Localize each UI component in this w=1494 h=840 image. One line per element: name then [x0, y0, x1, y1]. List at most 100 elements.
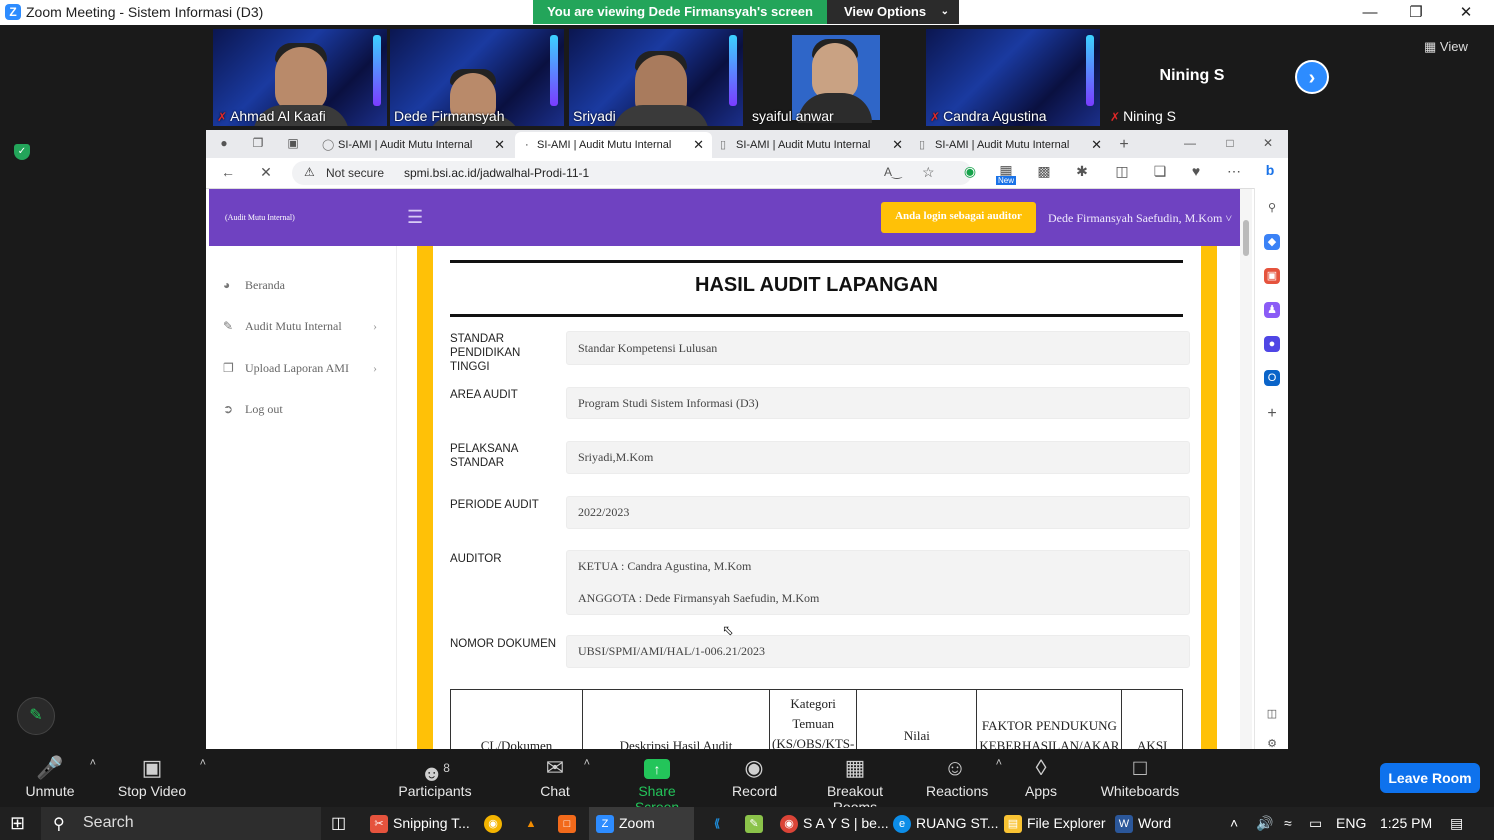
taskbar-app-file-explorer[interactable]: ▤ File Explorer [1004, 807, 1106, 840]
bing-copilot-icon[interactable]: b [1260, 162, 1280, 178]
next-page-arrow-icon[interactable]: › [1295, 60, 1329, 94]
more-menu-icon[interactable]: ⋯ [1224, 163, 1244, 180]
scrollbar-thumb[interactable] [1243, 220, 1249, 256]
battery-icon[interactable]: ▭ [1309, 807, 1322, 840]
workspaces-icon[interactable]: ❐ [250, 136, 266, 152]
unmute-button[interactable]: 🎤 Unmute ˄ [22, 749, 96, 807]
close-tab-icon[interactable]: ✕ [1091, 132, 1102, 158]
minimize-icon[interactable]: — [1182, 136, 1198, 152]
restore-icon[interactable]: □ [1222, 136, 1238, 152]
volume-icon[interactable]: 🔊 [1256, 807, 1273, 840]
clock[interactable]: 1:25 PM [1380, 807, 1432, 840]
browser-tab[interactable]: ◯ SI-AMI | Audit Mutu Internal ✕ [316, 132, 513, 158]
whiteboards-button[interactable]: □ Whiteboards [1100, 749, 1180, 807]
taskbar-chrome[interactable]: ◉ [484, 807, 507, 840]
chevron-up-icon[interactable]: ˄ [584, 757, 590, 769]
chevron-up-icon[interactable]: ˄ [1230, 807, 1238, 840]
search-icon[interactable]: ⚲ [1264, 200, 1280, 216]
record-button[interactable]: ◉ Record [732, 749, 777, 807]
reactions-button[interactable]: ☺ Reactions ˄ [926, 749, 1002, 807]
grammarly-icon[interactable]: ◉ [960, 163, 980, 180]
read-aloud-icon[interactable]: A‿ [884, 165, 902, 179]
shopping-tag-icon[interactable]: ◆ [1264, 234, 1280, 250]
tab-actions-icon[interactable]: ▣ [285, 136, 301, 152]
settings-icon[interactable]: ⚙ [1264, 736, 1280, 749]
view-button[interactable]: ▦ View [1424, 39, 1468, 55]
chevron-up-icon[interactable]: ˄ [90, 757, 96, 769]
split-screen-icon[interactable]: ◫ [1112, 163, 1132, 180]
chevron-up-icon[interactable]: ˄ [200, 757, 206, 769]
share-screen-button[interactable]: ↑Share Screen [618, 749, 696, 815]
close-tab-icon[interactable]: ✕ [693, 132, 704, 158]
outlook-icon[interactable]: O [1264, 370, 1280, 386]
site-brand[interactable]: (Audit Mutu Internal) [225, 213, 295, 222]
games-icon[interactable]: ♟ [1264, 302, 1280, 318]
extension-new-icon[interactable]: ▦ New [996, 162, 1017, 185]
add-icon[interactable]: + [1264, 406, 1280, 422]
favorite-star-icon[interactable]: ☆ [922, 164, 935, 181]
close-window-button[interactable]: ✕ [1444, 0, 1488, 25]
participant-tile[interactable]: Sriyadi [569, 29, 743, 126]
loading-dot-icon: · [525, 139, 529, 151]
encryption-shield-icon[interactable]: ✓ [14, 144, 30, 160]
sidebar-toggle-icon[interactable]: ◫ [1264, 706, 1280, 722]
minimize-button[interactable]: — [1348, 0, 1392, 25]
taskbar-app-zoom[interactable]: Z Zoom [589, 807, 694, 840]
stop-loading-icon[interactable]: ✕ [256, 164, 276, 181]
participant-tile-active-speaker[interactable]: Dede Firmansyah [390, 29, 564, 126]
view-options-button[interactable]: View Options ⌄ [827, 0, 959, 24]
browser-tab-active[interactable]: · SI-AMI | Audit Mutu Internal ✕ [515, 132, 712, 158]
page-scrollbar[interactable] [1240, 189, 1252, 749]
taskbar-app-word[interactable]: W Word [1115, 807, 1171, 840]
address-bar[interactable]: ⚠ Not secure spmi.bsi.ac.id/jadwalhal-Pr… [292, 161, 972, 185]
sidebar-item-upload-laporan-ami[interactable]: ❐ Upload Laporan AMI › [223, 361, 377, 376]
back-arrow-icon[interactable]: ← [218, 164, 238, 180]
hamburger-menu-icon[interactable]: ☰ [407, 207, 423, 228]
extensions-icon[interactable]: ✱ [1072, 163, 1092, 180]
leave-room-button[interactable]: Leave Room [1380, 763, 1480, 793]
taskbar-app-edge[interactable]: e RUANG ST... [893, 807, 998, 840]
notification-icon[interactable]: ▤ [1450, 807, 1463, 840]
taskbar-search[interactable]: ⚲ Search [41, 807, 321, 840]
participant-tile[interactable]: ✗ Candra Agustina [926, 29, 1100, 126]
profile-icon[interactable]: ● [216, 136, 232, 152]
chevron-up-icon[interactable]: ˄ [996, 757, 1002, 769]
wifi-icon[interactable]: ≈ [1284, 807, 1292, 840]
taskbar-vlc[interactable]: ▲ [522, 807, 545, 840]
close-tab-icon[interactable]: ✕ [892, 132, 903, 158]
microsoft-365-icon[interactable]: ● [1264, 336, 1280, 352]
language-indicator[interactable]: ENG [1336, 807, 1366, 840]
browser-essentials-icon[interactable]: ♥ [1186, 163, 1206, 179]
taskbar-vscode[interactable]: ⟪ [708, 807, 731, 840]
breakout-rooms-button[interactable]: ▦Breakout Rooms [806, 749, 904, 815]
participants-button[interactable]: ☻8 Participants [398, 749, 472, 807]
restore-button[interactable]: ❐ [1394, 0, 1438, 25]
taskbar-app-chrome-says[interactable]: ◉ S A Y S | be... [780, 807, 889, 840]
participant-tile[interactable]: syaiful anwar [748, 29, 922, 126]
participant-tile[interactable]: ✗ Ahmad Al Kaafi [213, 29, 387, 126]
toolbox-icon[interactable]: ▣ [1264, 268, 1280, 284]
sidebar-item-log-out[interactable]: ➲ Log out [223, 402, 283, 417]
participant-tile-video-off[interactable]: Nining S ✗ Nining S [1104, 29, 1280, 126]
annotate-pencil-icon[interactable]: ✎ [17, 697, 55, 735]
new-tab-icon[interactable]: + [1116, 136, 1132, 153]
sidebar-item-beranda[interactable]: ◕ Beranda [223, 278, 285, 293]
browser-tab[interactable]: ▯ SI-AMI | Audit Mutu Internal ✕ [714, 132, 911, 158]
user-menu[interactable]: Dede Firmansyah Saefudin, M.Kom ˅ [1048, 211, 1232, 226]
taskbar-app[interactable]: □ [558, 807, 581, 840]
windows-start-icon[interactable]: ⊞ [10, 807, 25, 840]
apps-button[interactable]: ◊ Apps [1024, 749, 1058, 807]
chat-button[interactable]: ✉ Chat ˄ [538, 749, 590, 807]
browser-tab[interactable]: ▯ SI-AMI | Audit Mutu Internal ✕ [913, 132, 1110, 158]
stop-video-button[interactable]: ▣ Stop Video ˄ [116, 749, 206, 807]
sidebar-item-label: Upload Laporan AMI [245, 361, 349, 375]
taskbar-notepad[interactable]: ✎ [745, 807, 768, 840]
favorites-icon[interactable]: ❏ [1150, 163, 1170, 180]
viewing-screen-banner: You are viewing Dede Firmansyah's screen [533, 0, 827, 24]
close-tab-icon[interactable]: ✕ [494, 132, 505, 158]
taskbar-app-snipping-tool[interactable]: ✂ Snipping T... [370, 807, 470, 840]
sidebar-item-audit-mutu-internal[interactable]: ✎ Audit Mutu Internal › [223, 319, 377, 334]
task-view-icon[interactable]: ◫ [331, 807, 346, 840]
collections-icon[interactable]: ▩ [1034, 163, 1054, 180]
close-icon[interactable]: ✕ [1260, 136, 1276, 152]
